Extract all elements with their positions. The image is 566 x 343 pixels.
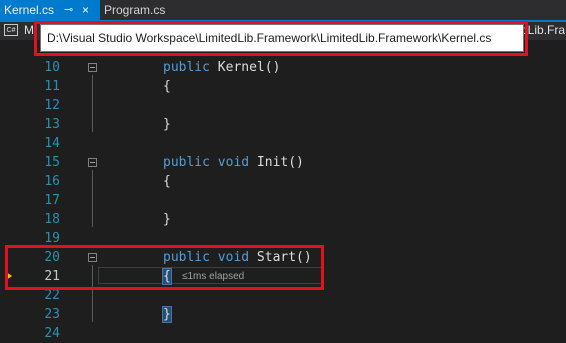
code-line[interactable]: 23 } bbox=[0, 305, 566, 324]
csharp-project-icon: C# bbox=[4, 24, 18, 36]
code-text: } bbox=[163, 212, 171, 227]
code-line[interactable]: 11 { bbox=[0, 77, 566, 96]
code-line[interactable]: 10 public Kernel() bbox=[0, 58, 566, 77]
tab-label: Kernel.cs bbox=[4, 3, 55, 17]
keyword: public void bbox=[163, 155, 257, 170]
highlight-box-start-method bbox=[5, 245, 324, 290]
collapse-icon[interactable] bbox=[88, 63, 97, 72]
line-number: 11 bbox=[44, 79, 60, 94]
line-number: 10 bbox=[44, 60, 60, 75]
code-text: Kernel() bbox=[217, 60, 281, 75]
tab-kernel-cs[interactable]: Kernel.cs ⊸ × bbox=[0, 0, 100, 20]
code-line[interactable]: 24 bbox=[0, 324, 566, 343]
code-line[interactable]: 12 bbox=[0, 96, 566, 115]
pin-icon[interactable]: ⊸ bbox=[64, 0, 73, 20]
line-number: 13 bbox=[44, 117, 60, 132]
keyword: public bbox=[163, 60, 218, 75]
line-number: 15 bbox=[44, 155, 60, 170]
tab-label: Program.cs bbox=[104, 3, 166, 17]
line-number: 17 bbox=[44, 193, 60, 208]
line-number: 23 bbox=[44, 307, 60, 322]
document-tab-strip: Kernel.cs ⊸ × Program.cs bbox=[0, 0, 566, 20]
code-line[interactable]: 16 { bbox=[0, 172, 566, 191]
line-number: 14 bbox=[44, 136, 60, 151]
line-number: 16 bbox=[44, 174, 60, 189]
code-text: } bbox=[163, 117, 171, 132]
code-line[interactable]: 13 } bbox=[0, 115, 566, 134]
project-dropdown[interactable]: M bbox=[24, 23, 34, 37]
line-number: 18 bbox=[44, 212, 60, 227]
code-line[interactable]: 17 bbox=[0, 191, 566, 210]
line-number: 12 bbox=[44, 98, 60, 113]
code-line[interactable]: 18 } bbox=[0, 210, 566, 229]
tab-program-cs[interactable]: Program.cs bbox=[100, 0, 190, 20]
code-text: { bbox=[163, 79, 171, 94]
code-line[interactable]: 15 public void Init() bbox=[0, 153, 566, 172]
collapse-icon[interactable] bbox=[88, 158, 97, 167]
close-icon[interactable]: × bbox=[82, 0, 89, 20]
code-line[interactable]: 14 bbox=[0, 134, 566, 153]
line-number: 24 bbox=[44, 326, 60, 341]
code-text: { bbox=[163, 174, 171, 189]
code-text: Init() bbox=[256, 155, 304, 170]
highlight-box-path bbox=[34, 21, 528, 56]
code-text: } bbox=[162, 306, 172, 323]
